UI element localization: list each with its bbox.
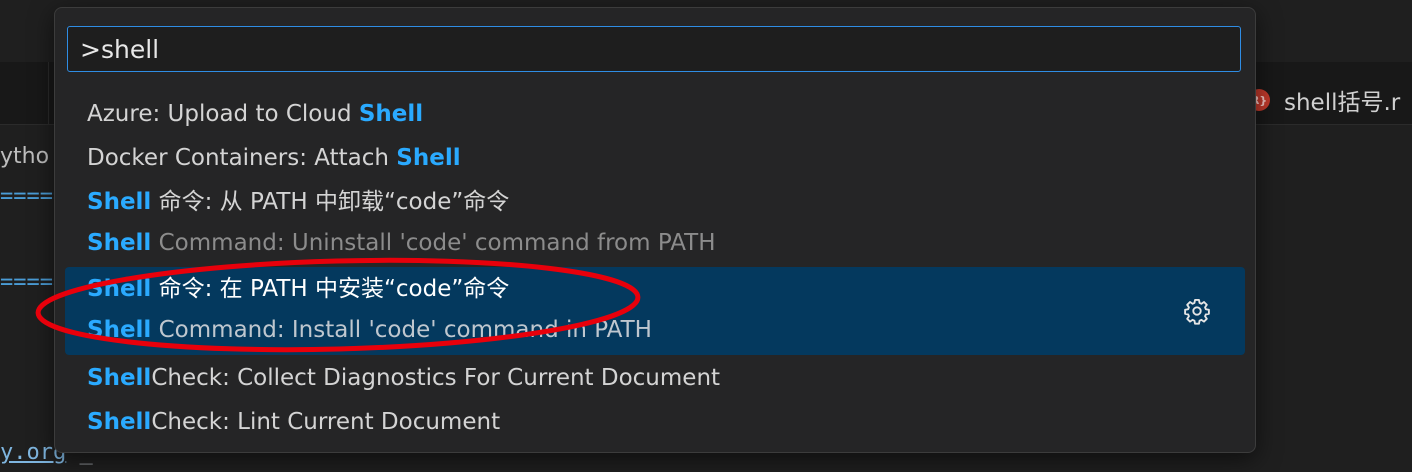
command-input[interactable] <box>67 26 1241 72</box>
palette-item-install-code-command[interactable]: Shell 命令: 在 PATH 中安装“code”命令 Shell Comma… <box>65 267 1245 355</box>
gear-icon[interactable] <box>1183 297 1211 325</box>
match-highlight: Shell <box>87 230 152 256</box>
palette-item-shellcheck-lint[interactable]: ShellCheck: Lint Current Document <box>65 400 1245 444</box>
tab-divider <box>48 62 49 124</box>
palette-item-uninstall-code-command[interactable]: Shell 命令: 从 PATH 中卸载“code”命令 Shell Comma… <box>65 180 1245 268</box>
palette-item-shellcheck-collect-diagnostics[interactable]: ShellCheck: Collect Diagnostics For Curr… <box>65 356 1245 400</box>
item-detail: Shell Command: Install 'code' command in… <box>87 317 652 343</box>
item-detail: Shell Command: Uninstall 'code' command … <box>87 230 716 256</box>
item-label: Shell 命令: 从 PATH 中卸载“code”命令 <box>87 189 510 215</box>
match-highlight: Shell <box>87 365 152 391</box>
palette-item-docker-attach-shell[interactable]: Docker Containers: Attach Shell <box>65 136 1245 180</box>
background-breadcrumb: ytho <box>0 144 50 169</box>
editor-tab-shell-r[interactable]: R} shell括号.r <box>1248 76 1400 124</box>
match-highlight: Shell <box>396 145 461 171</box>
editor-tab-label: shell括号.r <box>1284 90 1401 116</box>
match-highlight: Shell <box>87 276 152 302</box>
item-label: Shell 命令: 在 PATH 中安装“code”命令 <box>87 276 510 302</box>
match-highlight: Shell <box>87 409 152 435</box>
match-highlight: Shell <box>87 317 152 343</box>
match-highlight: Shell <box>358 101 424 127</box>
palette-item-azure-cloud-shell[interactable]: Azure: Upload to Cloud Shell <box>65 92 1245 136</box>
match-highlight: Shell <box>87 189 152 215</box>
command-palette: Azure: Upload to Cloud Shell Docker Cont… <box>54 7 1256 453</box>
